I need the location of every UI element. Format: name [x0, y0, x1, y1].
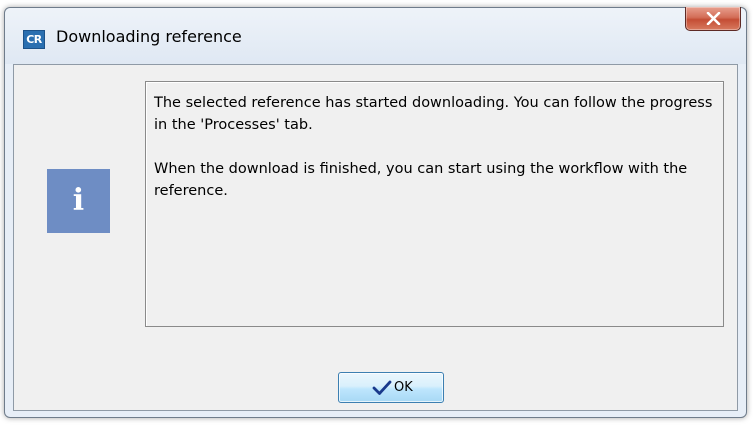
- close-icon: [706, 12, 721, 25]
- window-title: Downloading reference: [56, 27, 242, 46]
- info-icon: i: [47, 169, 110, 233]
- message-paragraph-2: When the download is finished, you can s…: [154, 161, 688, 199]
- message-panel: The selected reference has started downl…: [145, 81, 724, 327]
- checkmark-icon: [372, 380, 392, 395]
- dialog-body: i The selected reference has started dow…: [13, 64, 738, 411]
- ok-button-label: OK: [394, 380, 413, 395]
- close-button[interactable]: [685, 7, 741, 31]
- title-bar[interactable]: CR Downloading reference: [5, 7, 746, 64]
- ok-button[interactable]: OK: [338, 372, 444, 403]
- message-paragraph-1: The selected reference has started downl…: [154, 95, 713, 133]
- dialog-window: CR Downloading reference i The selected …: [4, 7, 747, 418]
- app-icon: CR: [23, 30, 45, 49]
